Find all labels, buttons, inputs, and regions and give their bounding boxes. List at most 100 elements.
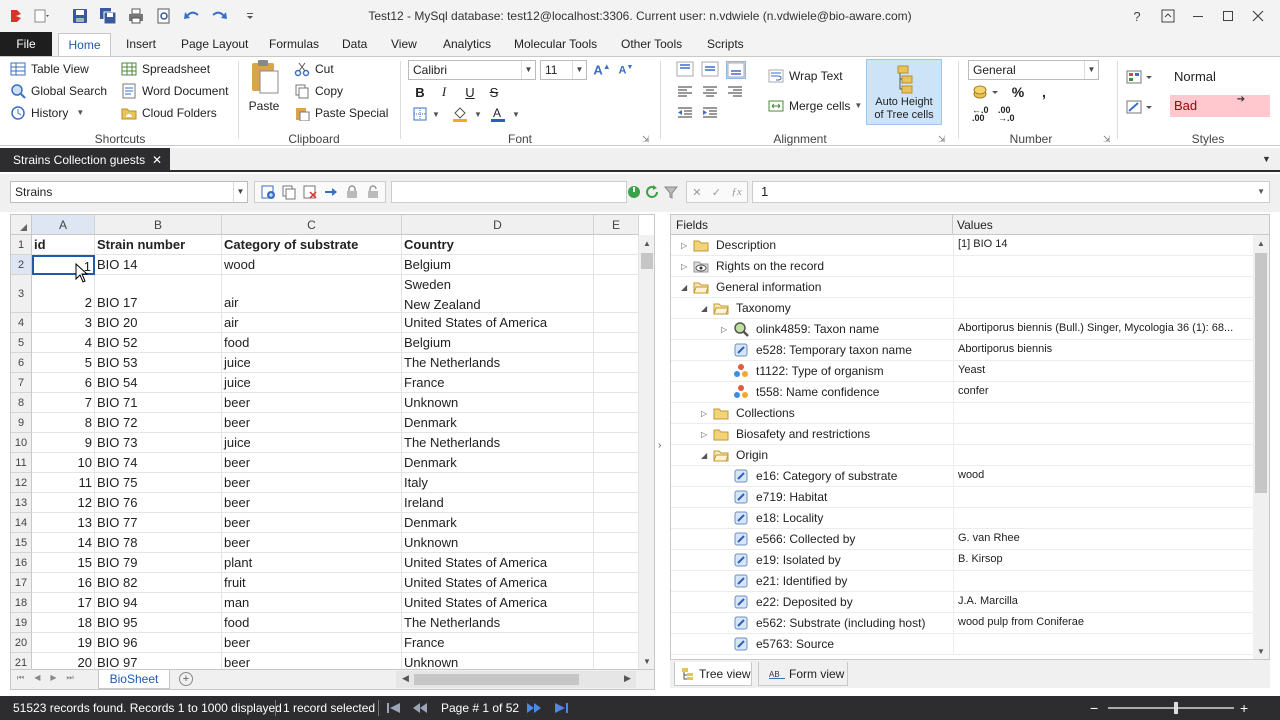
tree-field-value[interactable]: confer bbox=[953, 382, 1253, 403]
table-cell[interactable]: 6 bbox=[32, 373, 95, 393]
row-header[interactable]: 1 bbox=[11, 235, 32, 255]
table-cell[interactable]: 19 bbox=[32, 633, 95, 653]
table-cell[interactable]: beer bbox=[222, 653, 402, 669]
table-view-button[interactable]: Table View bbox=[10, 59, 89, 79]
decrease-font-button[interactable]: A▼ bbox=[616, 60, 636, 80]
dialog-launcher-icon[interactable]: ⇲ bbox=[642, 134, 650, 145]
table-cell[interactable] bbox=[594, 275, 639, 313]
document-tab[interactable]: Strains Collection guests ✕ bbox=[0, 148, 170, 172]
column-header-e[interactable]: E bbox=[594, 215, 639, 235]
format-as-table-button[interactable] bbox=[1126, 99, 1154, 115]
redo-icon[interactable] bbox=[210, 7, 228, 25]
paste-button[interactable]: Paste bbox=[246, 59, 282, 119]
table-cell[interactable]: food bbox=[222, 333, 402, 353]
chevron-down-icon[interactable]: ▼ bbox=[474, 110, 482, 119]
styles-more-icon[interactable]: ➔ bbox=[1233, 94, 1249, 108]
table-cell[interactable] bbox=[594, 255, 639, 275]
row-header[interactable]: 11 bbox=[11, 453, 32, 473]
scroll-right-icon[interactable]: ▶ bbox=[624, 673, 631, 684]
table-cell[interactable]: air bbox=[222, 313, 402, 333]
scroll-up-icon[interactable]: ▲ bbox=[643, 239, 651, 248]
table-cell[interactable] bbox=[594, 413, 639, 433]
maximize-button[interactable] bbox=[1213, 0, 1243, 32]
tree-row[interactable]: t558: Name confidence confer bbox=[671, 382, 1253, 403]
tree-field-value[interactable]: wood bbox=[953, 466, 1253, 487]
tree-row[interactable]: ▷ Rights on the record bbox=[671, 256, 1253, 277]
table-cell[interactable]: BIO 75 bbox=[95, 473, 222, 493]
help-button[interactable]: ? bbox=[1122, 0, 1152, 32]
table-cell[interactable]: BIO 94 bbox=[95, 593, 222, 613]
zoom-out-icon[interactable]: − bbox=[1090, 696, 1098, 720]
cut-button[interactable]: Cut bbox=[294, 59, 334, 79]
collapse-arrow-icon[interactable]: ◢ bbox=[681, 283, 689, 292]
column-header-b[interactable]: B bbox=[95, 215, 222, 235]
table-cell[interactable]: BIO 76 bbox=[95, 493, 222, 513]
table-cell[interactable] bbox=[594, 553, 639, 573]
table-cell[interactable]: beer bbox=[222, 533, 402, 553]
row-header[interactable]: 19 bbox=[11, 613, 32, 633]
comma-format-button[interactable]: , bbox=[1034, 82, 1054, 102]
table-cell[interactable]: 5 bbox=[32, 353, 95, 373]
tab-insert[interactable]: Insert bbox=[126, 32, 156, 56]
underline-button[interactable]: U bbox=[460, 82, 480, 102]
style-normal[interactable]: Normal bbox=[1166, 63, 1270, 91]
table-cell[interactable]: juice bbox=[222, 353, 402, 373]
row-header[interactable]: 10 bbox=[11, 433, 32, 453]
table-cell[interactable]: 17 bbox=[32, 593, 95, 613]
tree-row[interactable]: e16: Category of substrate wood bbox=[671, 466, 1253, 487]
collapse-arrow-icon[interactable]: ◢ bbox=[701, 451, 709, 460]
table-cell[interactable] bbox=[594, 613, 639, 633]
tree-row[interactable]: e18: Locality bbox=[671, 508, 1253, 529]
table-cell[interactable]: BIO 74 bbox=[95, 453, 222, 473]
formula-bar-input[interactable]: 1 ▼ bbox=[752, 181, 1270, 203]
tree-row[interactable]: ▷ olink4859: Taxon name Abortiporus bienni… bbox=[671, 319, 1253, 340]
table-cell[interactable]: Unknown bbox=[402, 533, 594, 553]
paste-special-button[interactable]: Paste Special bbox=[294, 103, 388, 123]
table-cell[interactable]: 9 bbox=[32, 433, 95, 453]
row-header[interactable]: 17 bbox=[11, 573, 32, 593]
table-cell[interactable]: 15 bbox=[32, 553, 95, 573]
table-cell[interactable] bbox=[594, 633, 639, 653]
close-tab-icon[interactable]: ✕ bbox=[152, 148, 162, 172]
table-cell[interactable]: United States of America bbox=[402, 553, 594, 573]
row-header[interactable]: 7 bbox=[11, 373, 32, 393]
table-cell[interactable]: beer bbox=[222, 633, 402, 653]
previous-page-button[interactable] bbox=[412, 702, 428, 714]
apply-filter-icon[interactable] bbox=[627, 184, 641, 200]
row-header[interactable]: 18 bbox=[11, 593, 32, 613]
table-cell[interactable]: BIO 97 bbox=[95, 653, 222, 669]
table-cell[interactable]: 11 bbox=[32, 473, 95, 493]
tree-view-tab[interactable]: Tree view bbox=[674, 662, 752, 686]
zoom-slider-thumb[interactable] bbox=[1174, 702, 1178, 714]
percent-format-button[interactable]: % bbox=[1008, 82, 1028, 102]
tree-row[interactable]: e22: Deposited by J.A. Marcilla bbox=[671, 592, 1253, 613]
table-cell[interactable]: Ireland bbox=[402, 493, 594, 513]
expand-arrow-icon[interactable]: ▷ bbox=[721, 325, 729, 334]
tree-field-value[interactable] bbox=[953, 256, 1253, 277]
table-cell[interactable]: 18 bbox=[32, 613, 95, 633]
font-family-select[interactable]: Calibri ▼ bbox=[408, 60, 536, 80]
auto-height-tree-cells-button[interactable]: Auto Height of Tree cells bbox=[866, 59, 942, 125]
global-search-button[interactable]: Global Search bbox=[10, 81, 107, 101]
table-cell[interactable]: 16 bbox=[32, 573, 95, 593]
table-cell[interactable] bbox=[594, 473, 639, 493]
table-cell[interactable]: beer bbox=[222, 453, 402, 473]
table-cell[interactable]: The Netherlands bbox=[402, 613, 594, 633]
scroll-up-icon[interactable]: ▲ bbox=[1257, 239, 1265, 248]
minimize-button[interactable] bbox=[1183, 0, 1213, 32]
number-format-select[interactable]: General ▼ bbox=[968, 60, 1099, 80]
table-cell[interactable]: wood bbox=[222, 255, 402, 275]
scroll-thumb[interactable] bbox=[641, 253, 653, 269]
tree-field-value[interactable]: Abortiporus biennis bbox=[953, 340, 1253, 361]
tab-scripts[interactable]: Scripts bbox=[707, 32, 744, 56]
table-cell[interactable]: BIO 72 bbox=[95, 413, 222, 433]
row-header[interactable]: 6 bbox=[11, 353, 32, 373]
function-icon[interactable]: ƒx bbox=[731, 186, 741, 198]
print-preview-icon[interactable] bbox=[155, 7, 173, 25]
tree-row[interactable]: ◢ Taxonomy bbox=[671, 298, 1253, 319]
table-cell[interactable]: Denmark bbox=[402, 413, 594, 433]
chevron-down-icon[interactable]: ▼ bbox=[1257, 182, 1265, 202]
row-header[interactable]: 12 bbox=[11, 473, 32, 493]
restore-ribbon-button[interactable] bbox=[1153, 0, 1183, 32]
tree-field-value[interactable] bbox=[953, 424, 1253, 445]
